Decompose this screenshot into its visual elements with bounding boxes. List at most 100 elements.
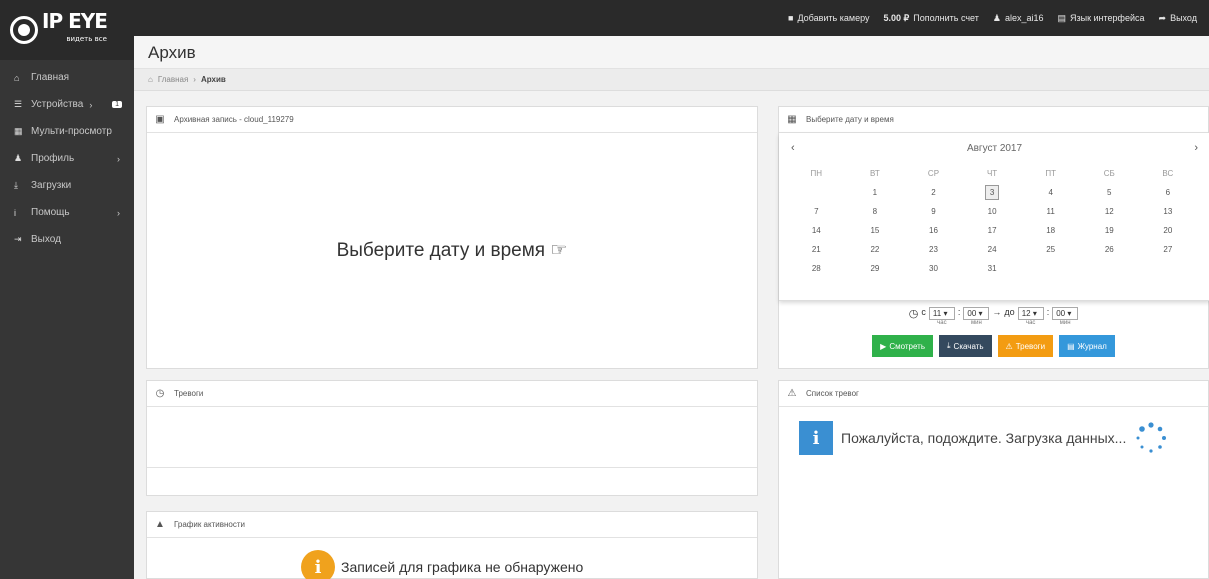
weekday-header: ВТ bbox=[870, 168, 880, 178]
archive-message-text: Выберите дату и время bbox=[336, 240, 546, 261]
calendar-blank bbox=[1080, 259, 1139, 278]
weekday-header: ЧТ bbox=[986, 168, 998, 178]
balance-amount: 5.00 ₽ bbox=[883, 12, 910, 23]
calendar-day[interactable]: 25 bbox=[1021, 240, 1080, 259]
language-label: Язык интерфейса bbox=[1070, 13, 1145, 23]
logout-link[interactable]: ➦ Выход bbox=[1159, 13, 1197, 24]
archive-panel-title: Архивная запись - cloud_119279 bbox=[174, 115, 294, 124]
empty-text: Записей для графика не обнаружено bbox=[341, 559, 584, 575]
calendar-day[interactable]: 23 bbox=[904, 240, 963, 259]
activity-panel: ▲ График активности i Записей для график… bbox=[146, 511, 758, 579]
chevron-right-icon[interactable]: › bbox=[1194, 142, 1198, 154]
chevron-right-icon: › bbox=[89, 99, 93, 110]
calendar-day[interactable]: 10 bbox=[963, 202, 1022, 221]
sidebar-item-downloads[interactable]: ⤓ Загрузки bbox=[0, 172, 134, 199]
calendar-day[interactable]: 4 bbox=[1021, 183, 1080, 202]
add-camera-label: Добавить камеру bbox=[797, 13, 870, 23]
language-link[interactable]: ▤ Язык интерфейса bbox=[1057, 13, 1144, 24]
time-range: ◷ с 11 ▾ час : 00 ▾ мин → до 12 ▾ час : … bbox=[779, 307, 1208, 326]
calendar-day[interactable]: 19 bbox=[1080, 221, 1139, 240]
time-to-label: до bbox=[1004, 307, 1015, 317]
calendar-day[interactable]: 18 bbox=[1021, 221, 1080, 240]
sidebar-item-devices[interactable]: ☰ Устройства › 1 bbox=[0, 91, 134, 118]
chevron-left-icon[interactable]: ‹ bbox=[791, 142, 795, 154]
watch-button[interactable]: ▶ Смотреть bbox=[872, 335, 933, 357]
calendar-day[interactable]: 8 bbox=[846, 202, 905, 221]
sidebar: IP EYE видеть все ⌂ Главная ☰ Устройства… bbox=[0, 0, 134, 579]
sidebar-item-logout[interactable]: ⇥ Выход bbox=[0, 226, 134, 253]
calendar-day[interactable]: 27 bbox=[1139, 240, 1198, 259]
sidebar-nav: ⌂ Главная ☰ Устройства › 1 ▦ Мульти-прос… bbox=[0, 60, 134, 253]
calendar-day[interactable]: 16 bbox=[904, 221, 963, 240]
calendar-day[interactable]: 21 bbox=[787, 240, 846, 259]
calendar-day[interactable]: 20 bbox=[1139, 221, 1198, 240]
sidebar-item-help[interactable]: i Помощь › bbox=[0, 199, 134, 226]
top-up-link[interactable]: 5.00 ₽ Пополнить счет bbox=[883, 13, 978, 24]
calendar-day[interactable]: 2 bbox=[904, 183, 963, 202]
calendar-month[interactable]: Август 2017 bbox=[967, 143, 1022, 154]
sidebar-item-label: Мульти-просмотр bbox=[31, 126, 112, 137]
calendar-day[interactable]: 14 bbox=[787, 221, 846, 240]
calendar-day[interactable]: 6 bbox=[1139, 183, 1198, 202]
warning-icon: ⚠ bbox=[1005, 341, 1013, 351]
signout-icon: ⇥ bbox=[14, 234, 22, 244]
calendar-day[interactable]: 7 bbox=[787, 202, 846, 221]
archive-panel: ▣ Архивная запись - cloud_119279 Выберит… bbox=[146, 106, 758, 369]
calendar-day[interactable]: 5 bbox=[1080, 183, 1139, 202]
home-icon: ⌂ bbox=[148, 75, 153, 84]
spinner-icon bbox=[1136, 422, 1167, 453]
calendar-day[interactable]: 17 bbox=[963, 221, 1022, 240]
calendar-day[interactable]: 12 bbox=[1080, 202, 1139, 221]
top-up-label: Пополнить счет bbox=[913, 13, 979, 23]
journal-icon: ▤ bbox=[1067, 341, 1075, 351]
breadcrumb-home[interactable]: Главная bbox=[158, 75, 188, 84]
weekday-header: ВС bbox=[1162, 168, 1174, 178]
username: alex_ai16 bbox=[1004, 13, 1044, 23]
from-minute-select[interactable]: 00 ▾ bbox=[963, 307, 990, 320]
camera-icon: ■ bbox=[788, 13, 794, 23]
alarm-list-header: ⚠ Список тревог bbox=[779, 381, 1208, 407]
list-icon: ☰ bbox=[14, 99, 23, 109]
date-picker-header: ▦ Выберите дату и время bbox=[779, 107, 1208, 133]
chevron-right-icon: › bbox=[117, 207, 120, 218]
calendar-day[interactable]: 9 bbox=[904, 202, 963, 221]
chevron-right-icon: › bbox=[117, 153, 120, 164]
to-hour-select[interactable]: 12 ▾ bbox=[1017, 307, 1044, 320]
calendar-day[interactable]: 26 bbox=[1080, 240, 1139, 259]
calendar-day[interactable]: 1 bbox=[846, 183, 905, 202]
weekday-header: ПТ bbox=[1045, 168, 1056, 178]
sidebar-item-multiview[interactable]: ▦ Мульти-просмотр bbox=[0, 118, 134, 145]
sidebar-item-label: Загрузки bbox=[31, 180, 72, 191]
top-bar: ■ Добавить камеру 5.00 ₽ Пополнить счет … bbox=[134, 0, 1209, 36]
empty-notice: i Записей для графика не обнаружено bbox=[301, 550, 583, 579]
clock-icon: ◷ bbox=[908, 308, 919, 320]
add-camera-link[interactable]: ■ Добавить камеру bbox=[788, 13, 869, 23]
sidebar-item-home[interactable]: ⌂ Главная bbox=[0, 64, 134, 91]
alarms-panel-title: Тревоги bbox=[174, 389, 204, 398]
sidebar-item-profile[interactable]: ♟ Профиль › bbox=[0, 145, 134, 172]
calendar-day[interactable]: 22 bbox=[846, 240, 905, 259]
to-minute-select[interactable]: 00 ▾ bbox=[1052, 307, 1079, 320]
sidebar-item-label: Помощь bbox=[31, 207, 70, 218]
page-title: Архив bbox=[148, 43, 196, 62]
user-link[interactable]: ♟ alex_ai16 bbox=[993, 13, 1044, 24]
calendar-day[interactable]: 24 bbox=[963, 240, 1022, 259]
calendar-day[interactable]: 11 bbox=[1021, 202, 1080, 221]
info-icon: i bbox=[799, 421, 833, 455]
calendar-day[interactable]: 15 bbox=[846, 221, 905, 240]
download-icon: ⤓ bbox=[14, 180, 18, 190]
calendar-day[interactable]: 3 bbox=[963, 183, 1022, 202]
film-icon: ▣ bbox=[155, 114, 165, 125]
calendar-day[interactable]: 30 bbox=[904, 259, 963, 278]
download-button[interactable]: ⤓ Скачать bbox=[939, 335, 992, 357]
sidebar-item-label: Выход bbox=[31, 234, 61, 245]
calendar-day[interactable]: 31 bbox=[963, 259, 1022, 278]
calendar-day[interactable]: 29 bbox=[846, 259, 905, 278]
journal-button[interactable]: ▤ Журнал bbox=[1059, 335, 1115, 357]
alarms-button[interactable]: ⚠ Тревоги bbox=[997, 335, 1054, 357]
calendar-day[interactable]: 28 bbox=[787, 259, 846, 278]
from-hour-select[interactable]: 11 ▾ bbox=[928, 307, 955, 320]
calendar-day[interactable]: 13 bbox=[1139, 202, 1198, 221]
calendar-blank bbox=[1021, 259, 1080, 278]
logo[interactable]: IP EYE видеть все bbox=[0, 0, 134, 60]
